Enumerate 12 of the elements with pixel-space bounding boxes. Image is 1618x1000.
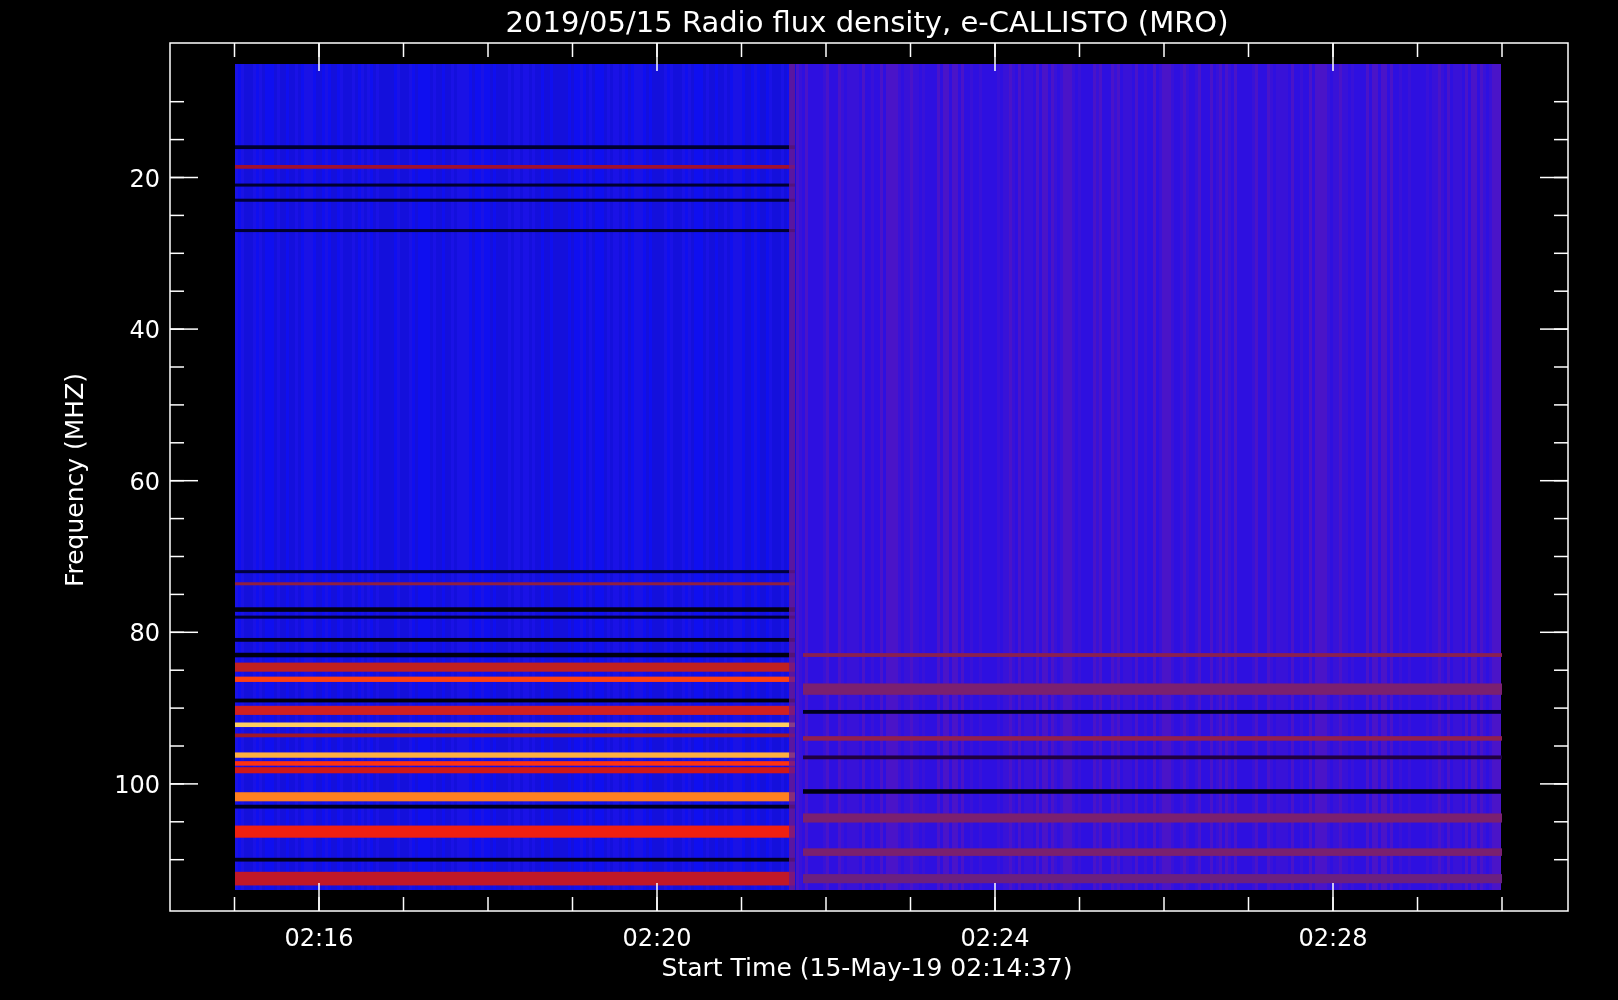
tick-label: 100 [114,770,160,799]
x-axis-label: Start Time (15-May-19 02:14:37) [661,953,1073,982]
tick-label: 40 [129,316,160,345]
chart-title: 2019/05/15 Radio flux density, e-CALLISTO (MRO) [505,5,1229,39]
tick-label: 02:16 [284,924,354,952]
y-axis-label: Frequency (MHZ) [60,372,89,588]
tick-label: 20 [129,164,160,193]
tick-label: 02:24 [960,924,1030,952]
tick-label: 80 [129,619,160,648]
tick-label: 02:20 [622,924,692,952]
tick-label: 60 [129,467,160,496]
tick-label: 02:28 [1298,924,1368,952]
